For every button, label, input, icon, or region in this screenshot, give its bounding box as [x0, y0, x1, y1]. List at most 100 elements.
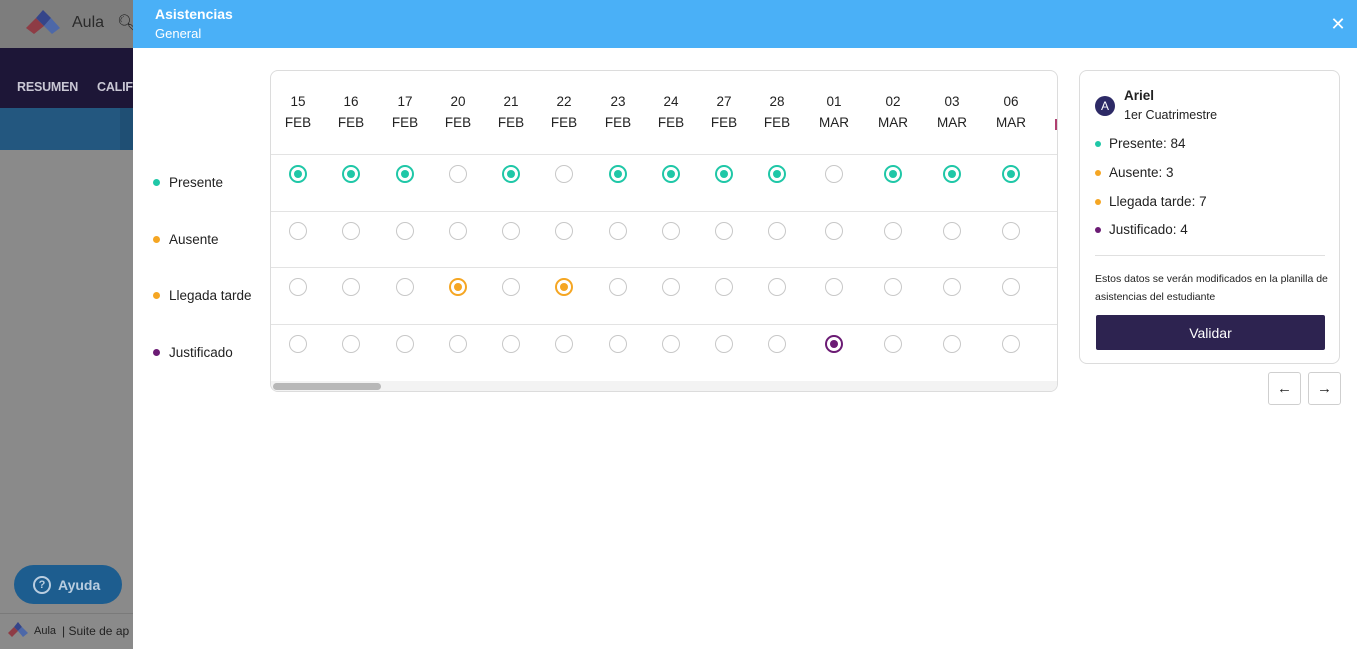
date-month: MAR — [937, 115, 967, 130]
nav-item-resumen[interactable]: RESUMEN — [17, 80, 78, 94]
student-stat: Presente: 84 — [1095, 136, 1186, 151]
attendance-radio-ausente[interactable] — [396, 222, 414, 240]
attendance-radio-ausente[interactable] — [1002, 222, 1020, 240]
attendance-radio-ausente[interactable] — [884, 222, 902, 240]
attendance-radio-justificado[interactable] — [555, 335, 573, 353]
stat-label: Ausente: 3 — [1109, 165, 1174, 180]
date-header: 16 FEB — [326, 91, 376, 133]
attendance-radio-ausente[interactable] — [662, 222, 680, 240]
attendance-radio-ausente[interactable] — [342, 222, 360, 240]
date-day: 27 — [716, 94, 732, 109]
attendance-radio-justificado[interactable] — [825, 335, 843, 353]
attendance-radio-llegada-tarde[interactable] — [943, 278, 961, 296]
attendance-radio-presente[interactable] — [555, 165, 573, 183]
attendance-radio-presente[interactable] — [342, 165, 360, 183]
attendance-radio-presente[interactable] — [825, 165, 843, 183]
row-label-justificado: Justificado — [153, 342, 233, 362]
attendance-radio-ausente[interactable] — [502, 222, 520, 240]
attendance-radio-llegada-tarde[interactable] — [825, 278, 843, 296]
attendance-radio-presente[interactable] — [662, 165, 680, 183]
help-button[interactable]: ? Ayuda — [14, 565, 122, 604]
date-month: FEB — [444, 115, 472, 130]
attendance-radio-llegada-tarde[interactable] — [1002, 278, 1020, 296]
attendance-radio-ausente[interactable] — [943, 222, 961, 240]
attendance-radio-ausente[interactable] — [555, 222, 573, 240]
nav-item-calificaciones[interactable]: CALIF — [97, 80, 133, 94]
attendance-radio-justificado[interactable] — [715, 335, 733, 353]
avatar: A — [1095, 96, 1115, 116]
attendance-radio-presente[interactable] — [396, 165, 414, 183]
attendance-radio-justificado[interactable] — [943, 335, 961, 353]
attendance-radio-justificado[interactable] — [1002, 335, 1020, 353]
date-month: FEB — [550, 115, 578, 130]
attendance-radio-llegada-tarde[interactable] — [396, 278, 414, 296]
attendance-radio-justificado[interactable] — [609, 335, 627, 353]
date-day: 03 — [944, 94, 960, 109]
attendance-radio-justificado[interactable] — [884, 335, 902, 353]
modal-title: Asistencias — [155, 6, 233, 22]
attendance-radio-presente[interactable] — [768, 165, 786, 183]
attendance-radio-justificado[interactable] — [662, 335, 680, 353]
attendance-radio-justificado[interactable] — [502, 335, 520, 353]
attendance-radio-llegada-tarde[interactable] — [449, 278, 467, 296]
horizontal-scrollbar[interactable] — [271, 381, 1057, 391]
stat-label: Presente: 84 — [1109, 136, 1186, 151]
attendance-radio-presente[interactable] — [502, 165, 520, 183]
date-day: 02 — [885, 94, 901, 109]
attendance-radio-llegada-tarde[interactable] — [609, 278, 627, 296]
attendance-radio-llegada-tarde[interactable] — [884, 278, 902, 296]
attendance-radio-llegada-tarde[interactable] — [768, 278, 786, 296]
attendance-radio-justificado[interactable] — [289, 335, 307, 353]
attendance-radio-presente[interactable] — [289, 165, 307, 183]
attendance-radio-justificado[interactable] — [768, 335, 786, 353]
attendance-radio-presente[interactable] — [715, 165, 733, 183]
attendance-radio-ausente[interactable] — [289, 222, 307, 240]
status-dot — [153, 178, 160, 186]
date-header: 06 MAR — [986, 91, 1036, 133]
date-header: 03 MAR — [927, 91, 977, 133]
attendance-radio-presente[interactable] — [449, 165, 467, 183]
attendance-radio-ausente[interactable] — [768, 222, 786, 240]
date-header: 01 MAR — [809, 91, 859, 133]
close-icon[interactable]: ✕ — [1327, 13, 1349, 35]
app-name: Aula — [72, 14, 105, 31]
app-subbar-segment — [0, 108, 120, 150]
attendance-radio-ausente[interactable] — [715, 222, 733, 240]
status-dot — [1095, 140, 1101, 147]
scrollbar-thumb[interactable] — [273, 383, 381, 390]
student-summary-card: A Ariel 1er Cuatrimestre Presente: 84 Aus… — [1079, 70, 1340, 364]
attendance-radio-llegada-tarde[interactable] — [502, 278, 520, 296]
attendance-radio-llegada-tarde[interactable] — [662, 278, 680, 296]
attendance-radio-presente[interactable] — [609, 165, 627, 183]
modal-header: Asistencias General ✕ — [133, 0, 1357, 48]
attendance-radio-llegada-tarde[interactable] — [342, 278, 360, 296]
attendance-modal: Asistencias General ✕ Presente Ausente Lle… — [133, 0, 1357, 649]
attendance-radio-llegada-tarde[interactable] — [715, 278, 733, 296]
attendance-radio-presente[interactable] — [884, 165, 902, 183]
grid-divider — [271, 154, 1057, 155]
date-day: 15 — [290, 94, 306, 109]
attendance-radio-justificado[interactable] — [449, 335, 467, 353]
date-day: 16 — [343, 94, 359, 109]
arrow-right-icon[interactable]: → — [1308, 372, 1341, 405]
validate-button[interactable]: Validar — [1096, 315, 1325, 350]
card-note: Estos datos se verán modificados en la p… — [1095, 273, 1328, 303]
attendance-radio-llegada-tarde[interactable] — [289, 278, 307, 296]
attendance-radio-justificado[interactable] — [342, 335, 360, 353]
attendance-radio-ausente[interactable] — [825, 222, 843, 240]
attendance-radio-presente[interactable] — [1002, 165, 1020, 183]
arrow-left-icon[interactable]: ← — [1268, 372, 1301, 405]
row-label-text: Ausente — [169, 231, 219, 247]
attendance-radio-presente[interactable] — [943, 165, 961, 183]
date-header: 17 FEB — [380, 91, 430, 133]
attendance-radio-ausente[interactable] — [609, 222, 627, 240]
attendance-radio-llegada-tarde[interactable] — [555, 278, 573, 296]
date-day: 20 — [450, 94, 466, 109]
date-header: 15 FEB — [273, 91, 323, 133]
attendance-radio-justificado[interactable] — [396, 335, 414, 353]
attendance-radio-ausente[interactable] — [449, 222, 467, 240]
date-header: 23 FEB — [593, 91, 643, 133]
student-period: 1er Cuatrimestre — [1124, 108, 1218, 122]
stat-label: Llegada tarde: 7 — [1109, 194, 1207, 209]
date-day: 23 — [610, 94, 626, 109]
